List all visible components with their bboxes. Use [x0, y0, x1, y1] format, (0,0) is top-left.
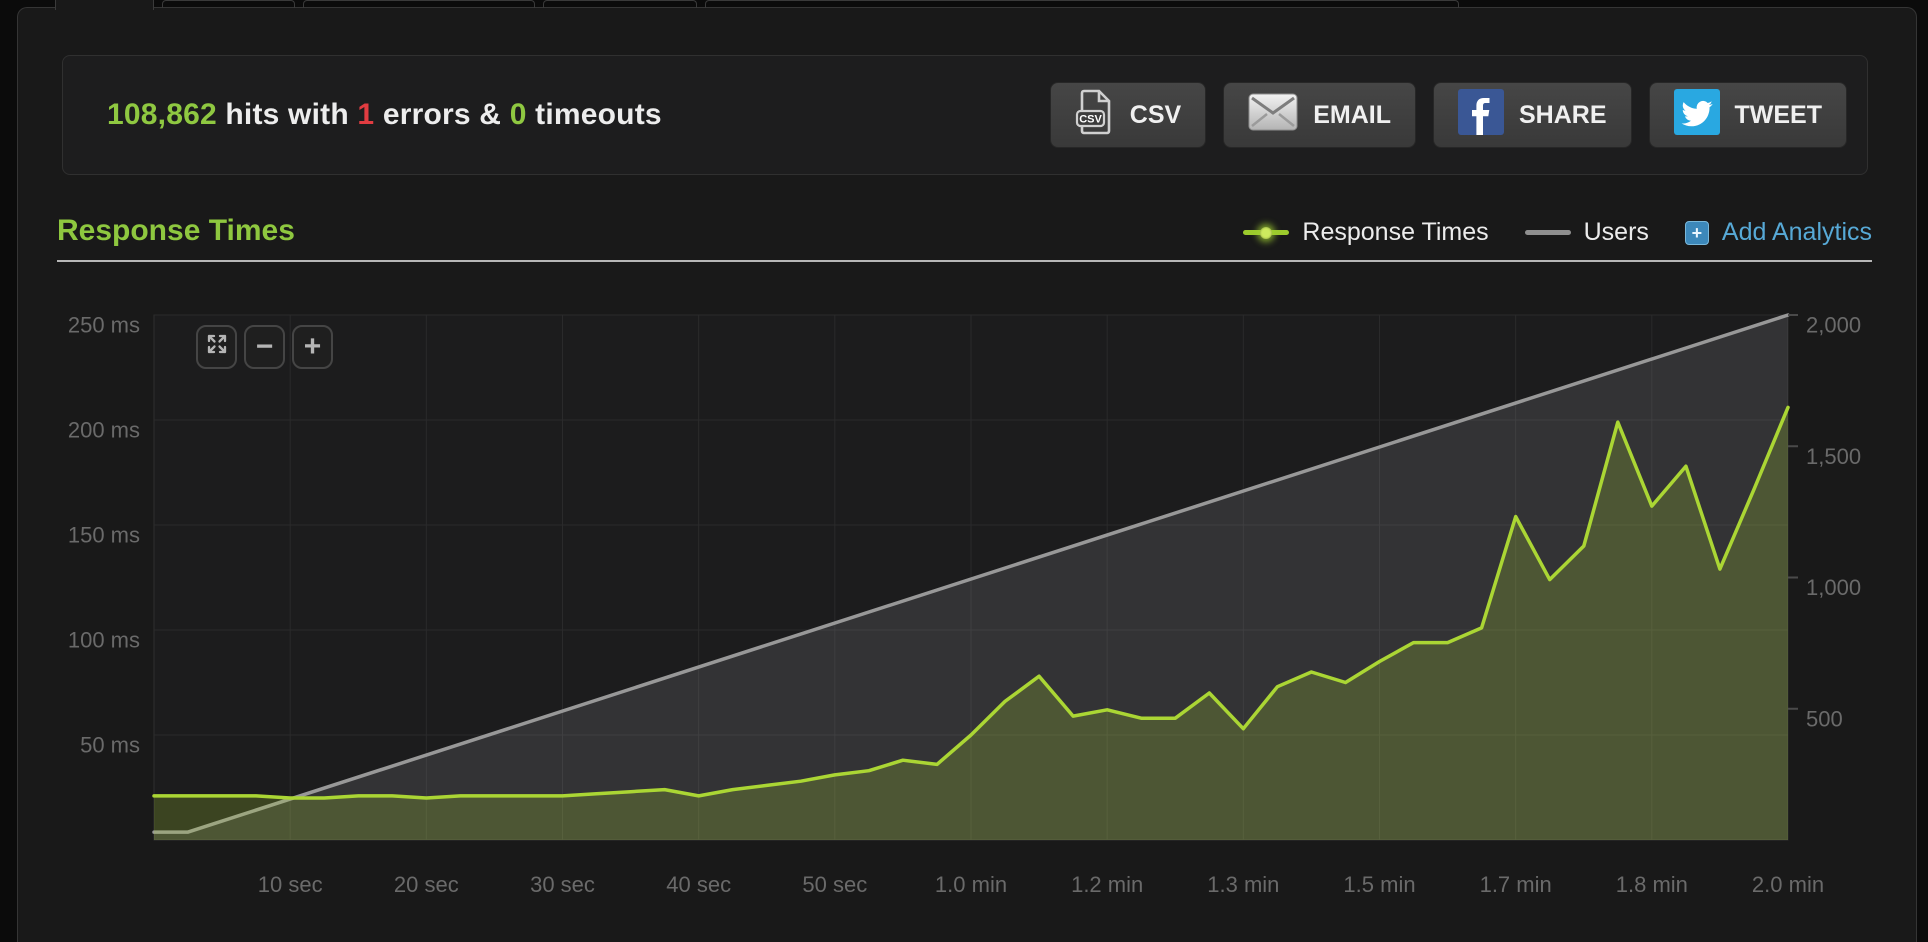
- svg-text:10 sec: 10 sec: [258, 872, 323, 897]
- svg-text:1.2 min: 1.2 min: [1071, 872, 1143, 897]
- right-axis-labels: 2,000 1,500 1,000 500: [1806, 313, 1861, 732]
- response-times-chart[interactable]: 250 ms 200 ms 150 ms 100 ms 50 ms 2,000 1,500 1…: [0, 280, 1928, 942]
- export-share-buttons: CSV CSV EMAIL SHARE TWEET: [1049, 82, 1847, 148]
- svg-text:100 ms: 100 ms: [68, 628, 140, 653]
- svg-text:500: 500: [1806, 706, 1843, 731]
- svg-text:2,000: 2,000: [1806, 313, 1861, 338]
- svg-text:30 sec: 30 sec: [530, 872, 595, 897]
- x-axis-labels: 10 sec 20 sec 30 sec 40 sec 50 sec 1.0 min 1.2…: [258, 872, 1824, 897]
- svg-text:CSV: CSV: [1079, 113, 1102, 125]
- response-times-series-marker-icon: [1243, 226, 1290, 239]
- blue-plus-icon: +: [1684, 220, 1709, 245]
- svg-text:1.8 min: 1.8 min: [1616, 872, 1688, 897]
- envelope-icon: [1248, 93, 1298, 138]
- svg-text:20 sec: 20 sec: [394, 872, 459, 897]
- expand-button[interactable]: [196, 325, 237, 369]
- legend-response-times[interactable]: Response Times: [1243, 218, 1489, 247]
- loader-test-results-screen: 108,862 hits with 1 errors & 0 timeouts …: [0, 0, 1928, 942]
- hits-label: hits with: [225, 98, 349, 131]
- expand-arrows-icon: [205, 332, 229, 362]
- email-button[interactable]: EMAIL: [1223, 82, 1416, 148]
- email-button-label: EMAIL: [1313, 100, 1391, 129]
- csv-file-icon: CSV: [1075, 89, 1115, 142]
- svg-text:50 ms: 50 ms: [80, 733, 140, 758]
- tweet-button-label: TWEET: [1734, 100, 1823, 129]
- svg-text:150 ms: 150 ms: [68, 523, 140, 548]
- svg-text:1.7 min: 1.7 min: [1480, 872, 1552, 897]
- hits-summary: 108,862 hits with 1 errors & 0 timeouts: [107, 98, 662, 132]
- tab-stub-2[interactable]: [162, 0, 295, 8]
- timeouts-label: timeouts: [535, 98, 662, 131]
- chart-controls: − +: [196, 325, 333, 369]
- facebook-share-button[interactable]: SHARE: [1432, 82, 1632, 148]
- tab-stub-active[interactable]: [55, 0, 154, 10]
- add-analytics-label: Add Analytics: [1721, 218, 1872, 246]
- legend-response-times-label: Response Times: [1302, 218, 1489, 246]
- legend-users-label: Users: [1583, 218, 1649, 246]
- section-title: Response Times: [57, 214, 295, 247]
- glow-dot-icon: [1260, 226, 1273, 239]
- csv-button-label: CSV: [1129, 100, 1182, 129]
- svg-text:1.5 min: 1.5 min: [1343, 872, 1415, 897]
- tweet-button[interactable]: TWEET: [1648, 82, 1847, 148]
- svg-text:40 sec: 40 sec: [666, 872, 731, 897]
- zoom-in-button[interactable]: +: [292, 325, 333, 369]
- users-series-marker-icon: [1524, 230, 1571, 235]
- csv-button[interactable]: CSV CSV: [1049, 82, 1207, 148]
- section-divider: [57, 260, 1872, 262]
- svg-text:1.0 min: 1.0 min: [935, 872, 1007, 897]
- svg-text:1,000: 1,000: [1806, 575, 1861, 600]
- svg-text:250 ms: 250 ms: [68, 313, 140, 338]
- left-axis-labels: 250 ms 200 ms 150 ms 100 ms 50 ms: [68, 313, 140, 758]
- tab-stub-3[interactable]: [303, 0, 535, 8]
- svg-text:50 sec: 50 sec: [802, 872, 867, 897]
- plus-icon: +: [303, 330, 322, 363]
- svg-text:1,500: 1,500: [1806, 444, 1861, 469]
- svg-text:200 ms: 200 ms: [68, 418, 140, 443]
- chart-legend: Response Times Users + Add Analytics: [1243, 218, 1872, 247]
- zoom-out-button[interactable]: −: [244, 325, 285, 369]
- svg-text:2.0 min: 2.0 min: [1752, 872, 1824, 897]
- timeouts-count: 0: [509, 98, 527, 131]
- facebook-icon: [1457, 88, 1504, 142]
- minus-icon: −: [255, 330, 274, 363]
- twitter-icon: [1673, 88, 1720, 142]
- add-analytics-link[interactable]: + Add Analytics: [1684, 218, 1872, 247]
- stats-bar: 108,862 hits with 1 errors & 0 timeouts …: [62, 55, 1868, 175]
- right-axis-ticks: [1788, 314, 1798, 710]
- tab-stub-5[interactable]: [705, 0, 1459, 8]
- hits-count: 108,862: [107, 98, 217, 131]
- svg-text:1.3 min: 1.3 min: [1207, 872, 1279, 897]
- legend-users[interactable]: Users: [1524, 218, 1649, 247]
- share-button-label: SHARE: [1518, 100, 1607, 129]
- chart-svg[interactable]: 250 ms 200 ms 150 ms 100 ms 50 ms 2,000 1,500 1…: [0, 280, 1928, 942]
- tab-stub-4[interactable]: [543, 0, 697, 8]
- errors-label: errors &: [382, 98, 502, 131]
- errors-count: 1: [357, 98, 375, 131]
